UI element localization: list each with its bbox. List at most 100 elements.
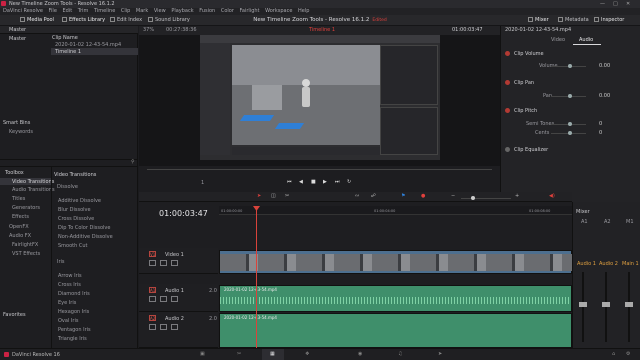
timeline-ruler[interactable]: 01:00:00:00 01:00:04:00 01:00:08:00 (219, 206, 572, 215)
fairlight-page-icon[interactable]: ♫ (398, 351, 402, 357)
clip-pan-section[interactable]: Clip Pan (505, 80, 534, 86)
fader-a2[interactable] (602, 272, 610, 342)
zoom-out-icon[interactable]: − (451, 193, 455, 199)
edit-index-button[interactable]: Edit Index (110, 15, 142, 26)
snap-icon[interactable]: ∾ (355, 193, 359, 199)
zoom-level[interactable]: 37% (143, 26, 154, 35)
mute-track-icon[interactable] (171, 296, 178, 302)
menu-item[interactable]: Trim (78, 8, 89, 14)
track-name[interactable]: Audio 2 (165, 316, 184, 322)
effect-item[interactable]: Dip To Color Dissolve (58, 225, 110, 231)
mute-icon[interactable]: ◀) (549, 193, 555, 199)
track-header-a2[interactable]: A2 Audio 2 2.0 (139, 312, 218, 348)
marker-icon[interactable]: ● (421, 193, 425, 199)
bin-master[interactable]: Master (9, 36, 26, 42)
edit-page-icon[interactable]: ▦ (270, 351, 275, 357)
clip-equalizer-section[interactable]: Clip Equalizer (505, 147, 548, 153)
inspector-button[interactable]: Inspector (594, 15, 624, 26)
effect-item[interactable]: Diamond Iris (58, 291, 90, 297)
menu-item[interactable]: Fusion (199, 8, 215, 14)
zoom-in-icon[interactable]: + (515, 193, 519, 199)
timeline-viewer[interactable] (139, 35, 500, 166)
settings-icon[interactable]: ⚙ (626, 351, 630, 357)
maximize-icon[interactable]: □ (613, 0, 618, 8)
blade-tool-icon[interactable]: ✂ (285, 193, 289, 199)
effect-item[interactable]: Oval Iris (58, 318, 78, 324)
tree-item[interactable]: VST Effects (12, 251, 40, 257)
list-item[interactable]: 2020-01-02 12-43-54.mp4 (51, 41, 138, 48)
reverse-icon[interactable]: ◀ (299, 179, 303, 185)
tree-item[interactable]: Audio FX (9, 233, 31, 239)
track-name[interactable]: Audio 1 (165, 288, 184, 294)
tree-item[interactable]: Effects (12, 214, 29, 220)
menu-item[interactable]: Edit (63, 8, 73, 14)
previous-icon[interactable]: ⏮ (287, 179, 292, 185)
search-icon[interactable]: ⚲ (131, 159, 135, 165)
timeline-selector[interactable]: Timeline 1 (309, 26, 335, 35)
track-header-v1[interactable]: V1 Video 1 (139, 248, 218, 274)
tree-item[interactable]: OpenFX (9, 224, 29, 230)
menu-item[interactable]: Help (298, 8, 309, 14)
sound-library-button[interactable]: Sound Library (148, 15, 190, 26)
menu-item[interactable]: Workspace (265, 8, 292, 14)
color-page-icon[interactable]: ◉ (358, 351, 362, 357)
auto-select-icon[interactable] (160, 260, 167, 266)
next-icon[interactable]: ⏭ (335, 179, 340, 185)
cut-page-icon[interactable]: ✂ (237, 351, 241, 357)
metadata-button[interactable]: Metadata (558, 15, 589, 26)
semitones-slider[interactable] (551, 122, 586, 126)
trim-tool-icon[interactable]: ◫ (271, 193, 276, 199)
effect-item[interactable]: Cross Dissolve (58, 216, 94, 222)
media-page-icon[interactable]: ▣ (200, 351, 205, 357)
effect-item[interactable]: Cross Iris (58, 282, 81, 288)
lock-icon[interactable] (149, 324, 156, 330)
keywords-item[interactable]: Keywords (9, 129, 33, 135)
effect-item[interactable]: Triangle Iris (58, 336, 87, 342)
tree-item[interactable]: Generators (12, 205, 40, 211)
visibility-icon[interactable] (171, 260, 178, 266)
audio-clip-a1[interactable]: 2020-01-02 12-43-54.mp4 (219, 285, 572, 312)
volume-slider[interactable] (551, 64, 586, 68)
effect-item[interactable]: Non-Additive Dissolve (58, 234, 113, 240)
list-item[interactable]: Timeline 1 (51, 48, 138, 55)
loop-icon[interactable]: ↻ (347, 179, 351, 185)
track-name[interactable]: Video 1 (165, 252, 184, 258)
mute-track-icon[interactable] (171, 324, 178, 330)
clip-volume-section[interactable]: Clip Volume (505, 51, 544, 57)
tree-item[interactable]: FairlightFX (12, 242, 38, 248)
volume-value[interactable]: 0.00 (599, 63, 610, 69)
mixer-button[interactable]: Mixer (528, 15, 549, 26)
deliver-page-icon[interactable]: ➤ (438, 351, 442, 357)
lock-icon[interactable] (149, 296, 156, 302)
cents-value[interactable]: 0 (599, 130, 602, 136)
menu-item[interactable]: Timeline (94, 8, 115, 14)
track-header-a1[interactable]: A1 Audio 1 2.0 (139, 284, 218, 312)
flag-icon[interactable]: ⚑ (401, 193, 405, 199)
minimize-icon[interactable]: — (600, 0, 605, 8)
effect-item[interactable]: Eye Iris (58, 300, 76, 306)
selection-tool-icon[interactable]: ➤ (257, 193, 261, 199)
semitones-value[interactable]: 0 (599, 121, 602, 127)
effect-item[interactable]: Blur Dissolve (58, 207, 91, 213)
stop-icon[interactable]: ■ (311, 179, 316, 185)
effect-item[interactable]: Additive Dissolve (58, 198, 101, 204)
tree-item[interactable]: Titles (12, 196, 25, 202)
timeline-zoom-slider[interactable] (461, 196, 511, 200)
menu-item[interactable]: File (49, 8, 57, 14)
toolbox-item[interactable]: Toolbox (5, 170, 24, 176)
effect-item[interactable]: Hexagon Iris (58, 309, 89, 315)
media-pool-button[interactable]: Media Pool (20, 15, 54, 26)
clip-pitch-section[interactable]: Clip Pitch (505, 108, 537, 114)
menu-item[interactable]: Playback (171, 8, 193, 14)
close-icon[interactable]: ✕ (626, 0, 630, 8)
tree-item[interactable]: Audio Transitions (12, 187, 55, 193)
pan-slider[interactable] (551, 94, 586, 98)
fader-a1[interactable] (579, 272, 587, 342)
tab-audio[interactable]: Audio (579, 37, 593, 43)
audio-clip-a2[interactable]: 2020-01-02 12-43-54.mp4 (219, 313, 572, 348)
menu-item[interactable]: Clip (121, 8, 130, 14)
playhead[interactable] (256, 206, 257, 348)
menu-item[interactable]: Color (221, 8, 234, 14)
effect-item[interactable]: Smooth Cut (58, 243, 88, 249)
effects-library-button[interactable]: Effects Library (62, 15, 105, 26)
